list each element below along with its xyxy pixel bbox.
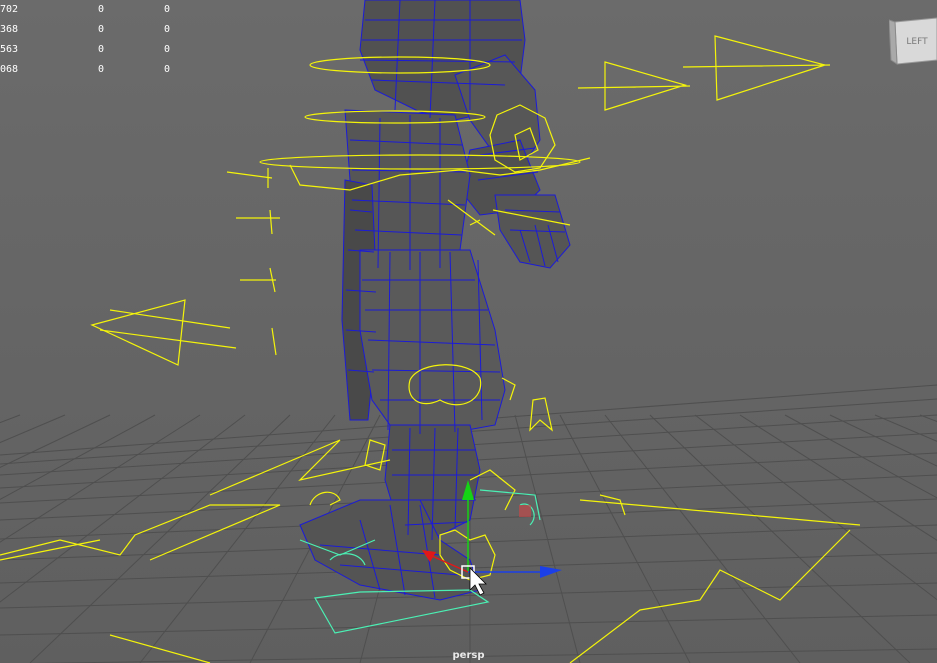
camera-name-label: persp (452, 650, 485, 661)
hud-value: 0 (163, 64, 170, 75)
hud-readout: 702 0 0 368 0 0 563 0 0 068 0 0 (0, 0, 170, 80)
hud-row: 563 0 0 (0, 40, 170, 60)
hud-value: 563 (0, 44, 19, 55)
hud-value: 068 (0, 64, 19, 75)
scene-canvas[interactable] (0, 0, 937, 663)
hud-value: 0 (97, 64, 104, 75)
viewcube-face-label: LEFT (906, 37, 928, 47)
hud-row: 702 0 0 (0, 0, 170, 20)
hud-value: 702 (0, 4, 19, 15)
hud-value: 0 (97, 24, 104, 35)
hud-value: 0 (97, 4, 104, 15)
hud-row: 368 0 0 (0, 20, 170, 40)
hud-value: 368 (0, 24, 19, 35)
hud-value: 0 (163, 24, 170, 35)
hud-value: 0 (163, 44, 170, 55)
hud-value: 0 (163, 4, 170, 15)
hud-row: 068 0 0 (0, 60, 170, 80)
hud-value: 0 (97, 44, 104, 55)
viewport-persp[interactable]: 702 0 0 368 0 0 563 0 0 068 0 0 LEFT persp (0, 0, 937, 663)
viewcube-icon[interactable]: LEFT (889, 16, 937, 66)
